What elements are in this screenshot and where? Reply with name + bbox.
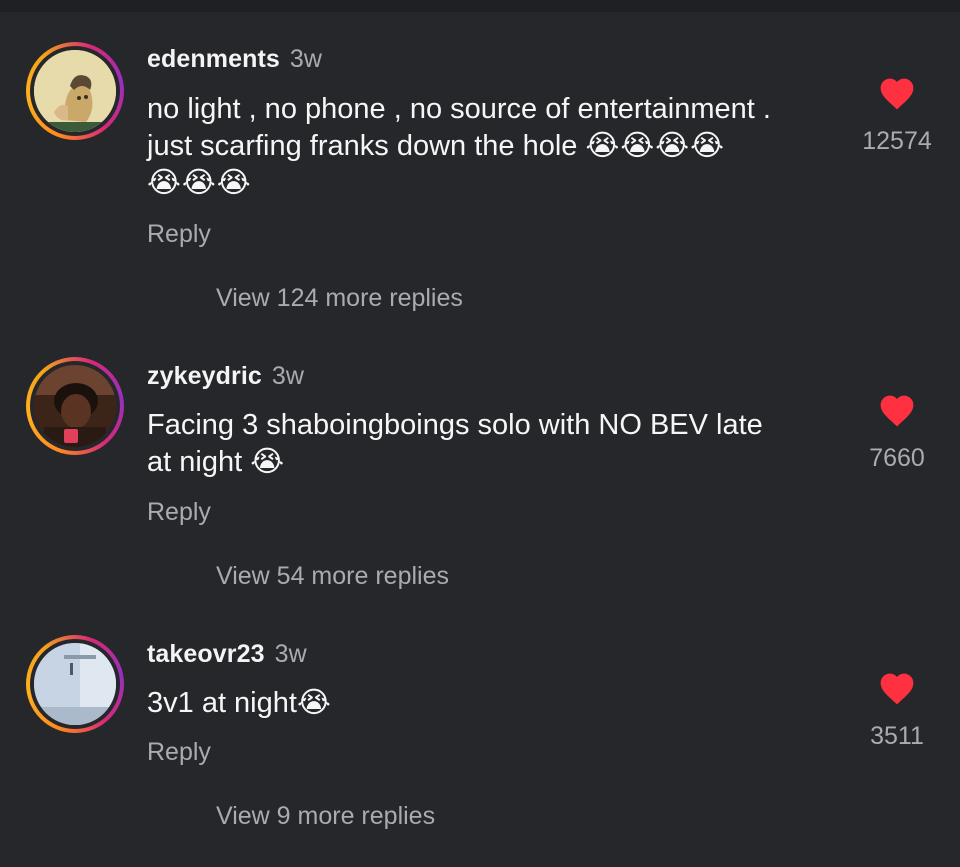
reply-button[interactable]: Reply [147, 738, 211, 767]
comment-text: no light , no phone , no source of enter… [147, 91, 847, 202]
story-ring[interactable] [26, 42, 124, 140]
reply-button[interactable]: Reply [147, 220, 211, 249]
comment-time: 3w [271, 362, 305, 390]
heart-filled-icon[interactable] [877, 392, 917, 428]
comment-text-segment: just scarfing franks down the hole [147, 130, 586, 162]
comment-username[interactable]: takeovr23 3w [147, 640, 307, 669]
username-text[interactable]: zykeydric [147, 362, 262, 390]
like-count: 7660 [869, 444, 925, 472]
story-ring[interactable] [26, 357, 124, 455]
like-count: 12574 [862, 127, 932, 155]
avatar-image [34, 643, 116, 725]
avatar-image [34, 50, 116, 132]
comment-text: 3v1 at night😭 [147, 685, 847, 722]
comment-username[interactable]: zykeydric 3w [147, 362, 304, 391]
heart-filled-icon[interactable] [877, 670, 917, 706]
crying-emoji: 😭😭😭 [147, 167, 252, 199]
view-replies-button[interactable]: View 9 more replies [216, 802, 435, 831]
comment-time: 3w [289, 45, 323, 73]
comment-text-segment: at night [147, 446, 251, 478]
username-text[interactable]: edenments [147, 45, 280, 73]
comment-text-segment: 3v1 at night [147, 687, 297, 719]
comment-text-line: at night 😭 [147, 444, 847, 481]
comment-text: Facing 3 shaboingboings solo with NO BEV… [147, 407, 847, 481]
crying-emoji: 😭 [296, 687, 332, 719]
crying-emoji: 😭 [250, 446, 286, 478]
view-replies-button[interactable]: View 124 more replies [216, 284, 463, 313]
reply-button[interactable]: Reply [147, 498, 211, 527]
story-ring[interactable] [26, 635, 124, 733]
comment-text-line: 3v1 at night😭 [147, 685, 847, 722]
username-text[interactable]: takeovr23 [147, 640, 265, 668]
like-count: 3511 [870, 722, 924, 750]
comment-time: 3w [274, 640, 307, 668]
comment-text-line: no light , no phone , no source of enter… [147, 93, 771, 125]
crying-emoji: 😭😭😭😭 [585, 130, 726, 162]
avatar[interactable] [34, 50, 116, 132]
comment-text-line: just scarfing franks down the hole 😭😭😭😭 [147, 128, 847, 165]
avatar-image [34, 365, 116, 447]
avatar[interactable] [34, 365, 116, 447]
top-divider [0, 0, 960, 12]
comment-username[interactable]: edenments 3w [147, 45, 322, 74]
view-replies-button[interactable]: View 54 more replies [216, 562, 449, 591]
comment-text-line: Facing 3 shaboingboings solo with NO BEV… [147, 409, 763, 441]
heart-filled-icon[interactable] [877, 75, 917, 111]
avatar[interactable] [34, 643, 116, 725]
